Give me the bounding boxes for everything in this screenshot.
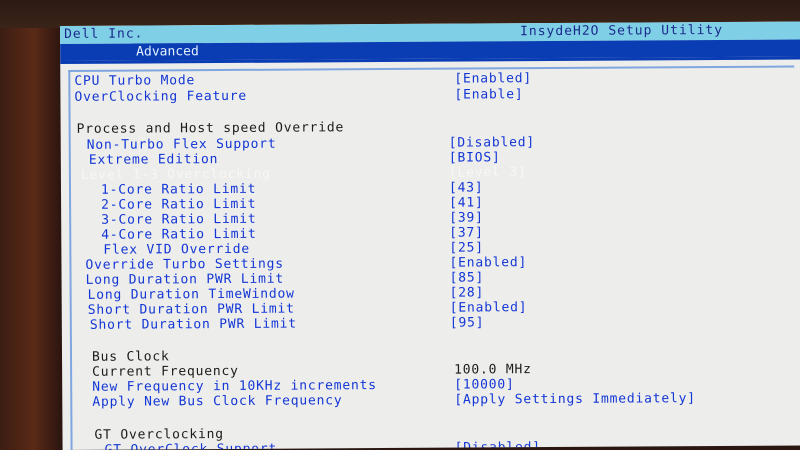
setting-value[interactable]: [28]: [450, 285, 485, 301]
setting-value[interactable]: [37]: [449, 225, 484, 241]
setting-value[interactable]: [85]: [450, 270, 485, 286]
setting-value[interactable]: [Enabled]: [449, 255, 527, 271]
setting-row-selected[interactable]: Level 1-3 Overclocking [Level 3]: [81, 164, 781, 184]
setting-value[interactable]: [Enable]: [454, 87, 523, 103]
setting-value[interactable]: [BIOS]: [449, 150, 501, 166]
setting-value[interactable]: [95]: [450, 315, 485, 331]
setting-label: Non-Turbo Flex Support: [86, 136, 277, 153]
setting-value[interactable]: [41]: [449, 195, 484, 211]
setting-label: GT OverClock Support: [104, 441, 278, 450]
app-title: InsydeH2O Setup Utility: [519, 22, 724, 40]
setting-label: OverClocking Feature: [74, 88, 248, 105]
setting-value[interactable]: [Level 3]: [449, 165, 527, 181]
setting-value[interactable]: [Enabled]: [454, 71, 532, 87]
setting-value[interactable]: [25]: [449, 240, 484, 256]
section-title: Bus Clock: [91, 349, 170, 365]
section-title: Process and Host speed Override: [76, 120, 345, 137]
setting-value[interactable]: [39]: [449, 210, 484, 226]
setting-value[interactable]: [Apply Settings Immediately]: [454, 391, 696, 408]
settings-panel: CPU Turbo Mode [Enabled] OverClocking Fe…: [68, 65, 797, 450]
vendor-name: Dell Inc.: [64, 26, 144, 42]
setting-label: CPU Turbo Mode: [74, 73, 196, 89]
bios-screen: Dell Inc. InsydeH2O Setup Utility Advanc…: [60, 21, 800, 450]
setting-value[interactable]: [Disabled]: [449, 135, 535, 152]
setting-value[interactable]: [Enabled]: [450, 300, 528, 316]
setting-label: Short Duration PWR Limit: [89, 316, 297, 333]
setting-value: 100.0 MHz: [454, 362, 532, 378]
monitor-bezel-left: [0, 0, 62, 450]
setting-value[interactable]: [10000]: [454, 377, 514, 393]
setting-value[interactable]: [43]: [449, 180, 484, 196]
setting-label: Apply New Bus Clock Frequency: [92, 393, 343, 410]
tab-advanced[interactable]: Advanced: [132, 43, 203, 61]
setting-value[interactable]: [Disabled]: [455, 440, 541, 450]
